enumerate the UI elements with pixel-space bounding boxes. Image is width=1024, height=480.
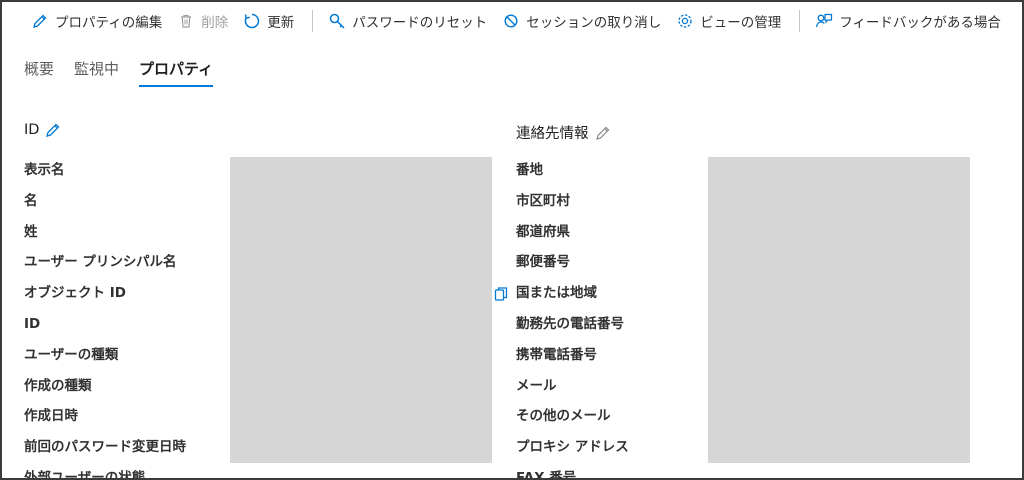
field-label: その他のメール bbox=[516, 408, 611, 425]
key-icon bbox=[327, 11, 347, 31]
delete-button[interactable]: 削除 bbox=[176, 2, 228, 40]
feedback-label: フィードバックがある場合 bbox=[839, 15, 1001, 31]
copy-icon[interactable] bbox=[493, 286, 509, 302]
manage-view-button[interactable]: ビューの管理 bbox=[675, 2, 781, 40]
redacted-values-identity bbox=[230, 157, 492, 463]
tab-overview[interactable]: 概要 bbox=[24, 56, 54, 87]
field-label: FAX 番号 bbox=[516, 469, 577, 480]
pencil-icon bbox=[30, 11, 50, 31]
field-label: 都道府県 bbox=[516, 223, 570, 240]
edit-properties-button[interactable]: プロパティの編集 bbox=[30, 2, 162, 40]
field-label: オブジェクト ID bbox=[24, 285, 126, 302]
field-label: ユーザー プリンシパル名 bbox=[24, 254, 177, 271]
field-label: 携帯電話番号 bbox=[516, 346, 597, 363]
refresh-button[interactable]: 更新 bbox=[242, 2, 294, 40]
feedback-button[interactable]: フィードバックがある場合 bbox=[814, 2, 1001, 40]
contact-section-header: 連絡先情報 bbox=[516, 122, 611, 143]
identity-field-list: 表示名 名 姓 ユーザー プリンシパル名 オブジェクト ID ID ユーザーの種… bbox=[24, 155, 186, 480]
delete-label: 削除 bbox=[201, 15, 229, 31]
edit-properties-label: プロパティの編集 bbox=[55, 15, 163, 31]
field-label: 市区町村 bbox=[516, 192, 570, 209]
identity-section-header: ID bbox=[24, 122, 61, 138]
feedback-icon bbox=[814, 11, 834, 31]
identity-heading: ID bbox=[24, 122, 40, 138]
tab-properties[interactable]: プロパティ bbox=[139, 56, 214, 87]
field-label: 郵便番号 bbox=[516, 254, 570, 271]
field-label: 前回のパスワード変更日時 bbox=[24, 439, 186, 456]
contact-heading: 連絡先情報 bbox=[516, 126, 589, 142]
tab-monitoring[interactable]: 監視中 bbox=[74, 56, 119, 87]
field-label: ID bbox=[24, 315, 41, 332]
command-bar: プロパティの編集 削除 更新 パスワードのリセット セッションの取り消し ビュー… bbox=[2, 2, 1022, 40]
field-label: 国または地域 bbox=[516, 285, 597, 302]
reset-password-label: パスワードのリセット bbox=[352, 15, 488, 31]
manage-view-label: ビューの管理 bbox=[700, 15, 782, 31]
reset-password-button[interactable]: パスワードのリセット bbox=[327, 2, 487, 40]
window-frame: プロパティの編集 削除 更新 パスワードのリセット セッションの取り消し ビュー… bbox=[0, 0, 1024, 480]
redacted-values-contact bbox=[708, 157, 970, 463]
trash-icon bbox=[176, 11, 196, 31]
field-label: 姓 bbox=[24, 223, 38, 240]
pencil-icon[interactable] bbox=[45, 122, 61, 138]
field-label: 表示名 bbox=[24, 162, 65, 178]
field-label: 名 bbox=[24, 192, 38, 209]
block-icon bbox=[501, 11, 521, 31]
toolbar-divider bbox=[312, 10, 314, 32]
field-label: 作成日時 bbox=[24, 408, 78, 425]
field-label: メール bbox=[516, 377, 557, 394]
refresh-label: 更新 bbox=[267, 15, 295, 31]
field-label: プロキシ アドレス bbox=[516, 439, 629, 456]
field-label: ユーザーの種類 bbox=[24, 346, 119, 363]
refresh-icon bbox=[242, 11, 262, 31]
revoke-sessions-button[interactable]: セッションの取り消し bbox=[501, 2, 661, 40]
gear-icon bbox=[675, 11, 695, 31]
field-label: 番地 bbox=[516, 162, 543, 178]
field-label: 作成の種類 bbox=[24, 377, 92, 394]
field-label: 外部ユーザーの状態 bbox=[24, 469, 146, 480]
contact-field-list: 番地 市区町村 都道府県 郵便番号 国または地域 勤務先の電話番号 携帯電話番号… bbox=[516, 155, 629, 480]
toolbar-divider bbox=[799, 10, 801, 32]
pencil-icon[interactable] bbox=[595, 125, 611, 141]
revoke-sessions-label: セッションの取り消し bbox=[526, 15, 662, 31]
field-label: 勤務先の電話番号 bbox=[516, 315, 624, 332]
tab-bar: 概要 監視中 プロパティ bbox=[24, 56, 233, 87]
